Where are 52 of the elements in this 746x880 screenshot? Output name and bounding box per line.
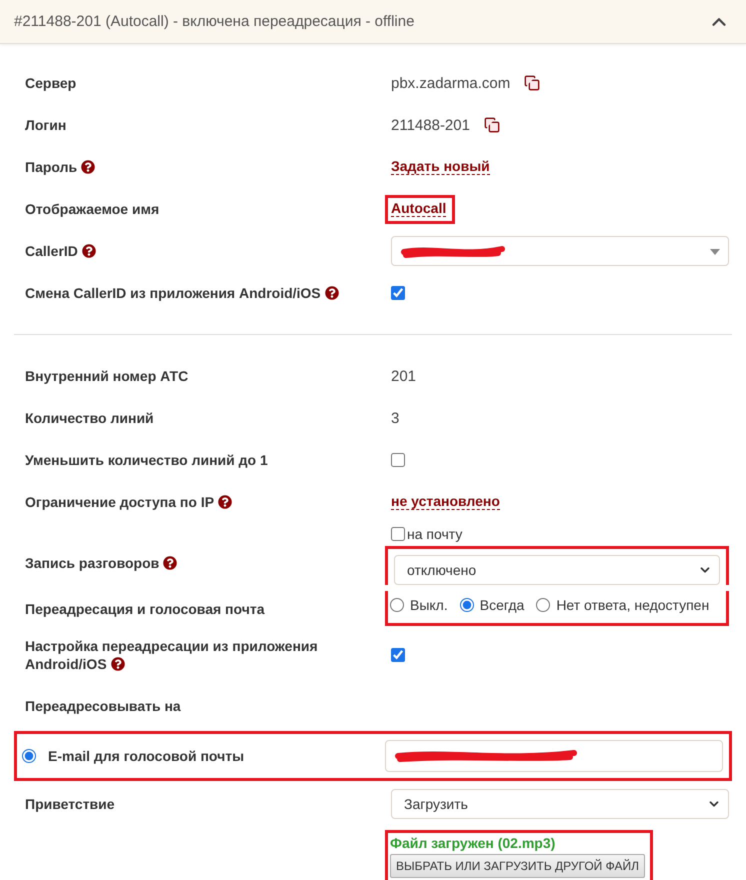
upload-status: Файл загружен (02.mp3)	[390, 835, 556, 851]
caller-id-dropdown[interactable]	[391, 236, 729, 266]
field-label: Смена CallerID из приложения Android/iOS	[25, 284, 339, 302]
checkbox[interactable]	[391, 648, 405, 662]
edit-link[interactable]: Задать новый	[391, 158, 490, 174]
field-label: Количество линий	[25, 409, 154, 427]
help-icon[interactable]	[110, 657, 125, 671]
help-icon[interactable]	[163, 556, 178, 570]
field-label: Переадресовывать на	[25, 697, 181, 715]
field-label: E-mail для голосовой почты	[48, 747, 244, 765]
field-value: 211488-201	[391, 116, 470, 134]
field-value: pbx.zadarma.com	[391, 74, 510, 92]
radio-label[interactable]: Нет ответа, недоступен	[556, 597, 710, 613]
field-label: Приветствие	[25, 795, 115, 813]
help-icon[interactable]	[324, 286, 339, 300]
help-icon[interactable]	[81, 160, 96, 174]
field-label: Пароль	[25, 158, 96, 176]
edit-link[interactable]: Autocall	[391, 200, 446, 216]
radio-button[interactable]	[390, 598, 404, 612]
field-label: Внутренний номер АТС	[25, 367, 188, 385]
panel-header[interactable]: #211488-201 (Autocall) - включена переадресация - offline	[0, 0, 746, 44]
radio-button[interactable]	[536, 598, 550, 612]
checkbox[interactable]	[391, 527, 405, 541]
email-input[interactable]	[385, 740, 723, 772]
radio-label[interactable]: Всегда	[480, 597, 524, 613]
recording-select[interactable]: отключено	[394, 555, 720, 585]
radio-button[interactable]	[22, 749, 36, 763]
choose-file-button[interactable]: ВЫБРАТЬ ИЛИ ЗАГРУЗИТЬ ДРУГОЙ ФАЙЛ	[390, 854, 645, 878]
field-label: Сервер	[25, 74, 76, 92]
help-icon[interactable]	[82, 244, 96, 258]
field-label: Настройка переадресации из приложения Android/iOS	[25, 637, 319, 673]
copy-icon[interactable]	[524, 75, 540, 91]
field-label: Отображаемое имя	[25, 200, 160, 218]
field-label: Запись разговоров	[25, 554, 178, 572]
greeting-select[interactable]: Загрузить	[391, 789, 729, 819]
field-label: Логин	[25, 116, 66, 134]
field-label: Переадресация и голосовая почта	[25, 600, 264, 618]
checkbox[interactable]	[391, 453, 405, 467]
panel-title: #211488-201 (Autocall) - включена переадресация - offline	[14, 13, 414, 30]
radio-button[interactable]	[460, 598, 474, 612]
copy-icon[interactable]	[484, 117, 500, 133]
edit-link[interactable]: не установлено	[391, 492, 500, 510]
checkbox-label: на почту	[407, 526, 462, 542]
help-icon[interactable]	[218, 495, 232, 509]
field-label: Ограничение доступа по IP	[25, 493, 232, 511]
radio-label[interactable]: Выкл.	[410, 597, 448, 613]
checkbox[interactable]	[391, 286, 405, 300]
field-label: CallerID	[25, 242, 96, 260]
field-value: 201	[391, 368, 416, 384]
caret-icon	[710, 249, 720, 255]
field-label: Уменьшить количество линий до 1	[25, 451, 268, 469]
field-value: 3	[391, 410, 400, 426]
